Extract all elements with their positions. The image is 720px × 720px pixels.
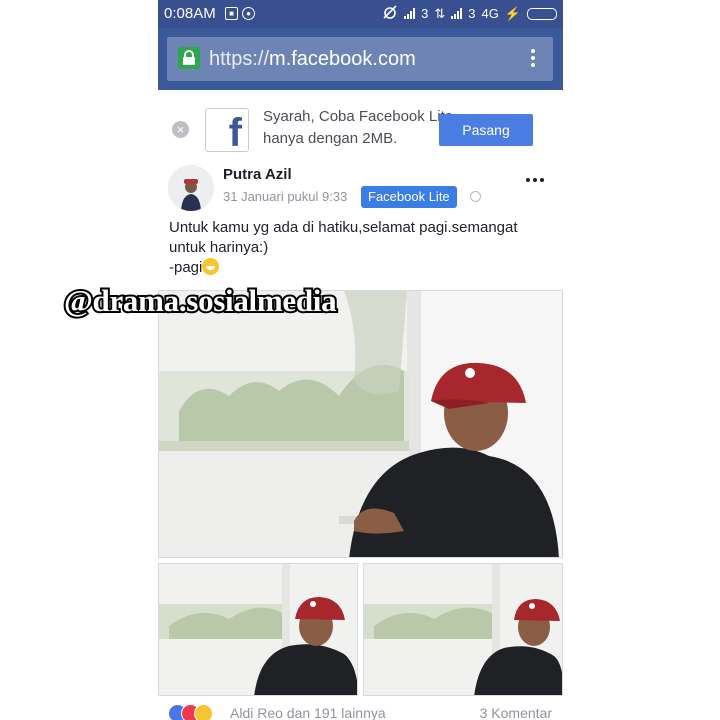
network-type: 4G [481, 6, 499, 21]
alarm-off-icon [382, 5, 398, 22]
lock-icon [178, 47, 200, 69]
status-right: 3 ⇅ 3 4G ⚡ [382, 5, 557, 22]
reactions-bar[interactable]: Aldi Reo dan 191 lainnya 3 Komentar [168, 704, 563, 720]
comments-count[interactable]: 3 Komentar [480, 705, 552, 720]
app-notification-icon: ● [242, 7, 255, 20]
charging-icon: ⚡ [504, 5, 521, 21]
post-text-line-2: untuk harinya:) [169, 239, 269, 256]
post-date[interactable]: 31 Januari pukul 9:33 [223, 189, 347, 204]
signal-2-icon [451, 8, 463, 19]
post-photo-main[interactable] [158, 290, 563, 558]
post-author[interactable]: Putra Azil [223, 166, 292, 183]
watermark-text: @drama.sosialmedia [62, 281, 339, 320]
post-text: Untuk kamu yg ada di hatiku,selamat pagi… [169, 218, 554, 278]
post-photo-2[interactable] [158, 563, 358, 696]
banner-text: Syarah, Coba Facebook Lite hanya dengan … [263, 108, 454, 147]
post-text-line-1: Untuk kamu yg ada di hatiku,selamat pagi… [169, 219, 518, 236]
reaction-icons [168, 704, 216, 720]
phone-screen: 0:08AM ■ ● 3 ⇅ 3 4G ⚡ https://m.facebook… [158, 0, 563, 720]
avatar[interactable] [168, 165, 214, 211]
data-arrows-icon: ⇅ [434, 5, 446, 21]
grinning-face-icon [202, 258, 220, 275]
post-text-line-3: -pagi [169, 258, 554, 278]
status-time: 0:08AM [164, 5, 216, 22]
reaction-names[interactable]: Aldi Reo dan 191 lainnya [230, 705, 386, 720]
address-bar[interactable]: https://m.facebook.com [167, 37, 553, 81]
facebook-logo-icon: f [205, 108, 249, 155]
url-scheme: https:// [209, 48, 270, 70]
close-icon[interactable]: × [172, 121, 189, 138]
post-text-line-3-text: -pagi [169, 259, 203, 276]
url-text[interactable]: https://m.facebook.com [209, 48, 416, 71]
battery-icon [527, 7, 557, 20]
post-options-icon[interactable] [526, 178, 544, 182]
url-host: m.facebook.com [269, 48, 416, 70]
haha-icon [194, 704, 213, 720]
globe-icon [470, 191, 481, 202]
signal-1-icon [404, 8, 416, 19]
lite-banner: × f Syarah, Coba Facebook Lite hanya den… [158, 100, 563, 158]
network-label-2: 3 [468, 6, 476, 21]
network-label-1: 3 [421, 6, 429, 21]
install-button[interactable]: Pasang [439, 114, 533, 146]
facebook-logo-letter: f [228, 111, 242, 155]
browser-toolbar: https://m.facebook.com [158, 28, 563, 90]
via-facebook-lite-badge: Facebook Lite [361, 186, 457, 208]
post-photo-3[interactable] [363, 563, 563, 696]
browser-menu-icon[interactable] [531, 49, 535, 70]
notification-icon: ■ [225, 7, 238, 20]
status-bar: 0:08AM ■ ● 3 ⇅ 3 4G ⚡ [158, 0, 563, 28]
